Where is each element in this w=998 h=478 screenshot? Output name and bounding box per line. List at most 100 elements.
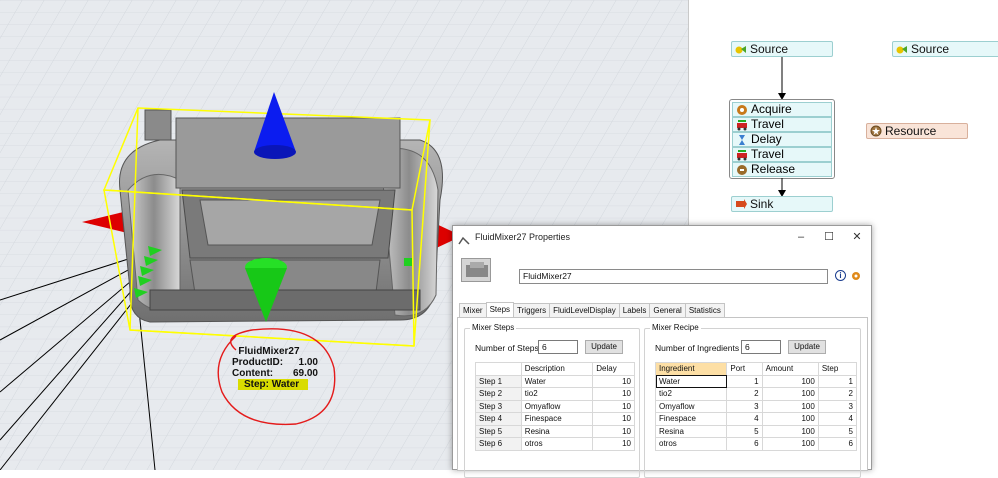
recipe-cell[interactable]: 1 bbox=[817, 374, 858, 388]
recipe-cell[interactable]: 5 bbox=[817, 424, 858, 438]
recipe-cell[interactable]: 3 bbox=[726, 399, 763, 413]
steps-cell[interactable]: Water bbox=[520, 374, 594, 388]
steps-table-row[interactable]: Step 6 otros 10 bbox=[475, 437, 635, 451]
steps-update-button[interactable]: Update bbox=[585, 340, 623, 354]
steps-cell[interactable]: 10 bbox=[592, 387, 635, 401]
travel-icon bbox=[736, 149, 748, 161]
number-of-steps-input[interactable]: 6 bbox=[538, 340, 578, 354]
steps-column-header: Description bbox=[520, 362, 594, 376]
delay-icon bbox=[736, 134, 748, 146]
step-row-header[interactable]: Step 5 bbox=[475, 424, 522, 438]
steps-cell[interactable]: tio2 bbox=[520, 387, 594, 401]
step-row-header[interactable]: Step 2 bbox=[475, 387, 522, 401]
recipe-cell[interactable]: 5 bbox=[726, 424, 763, 438]
recipe-cell[interactable]: Resina bbox=[654, 424, 728, 438]
step-row-header[interactable]: Step 6 bbox=[475, 437, 522, 451]
steps-table-row[interactable]: Step 1 Water 10 bbox=[475, 374, 635, 388]
recipe-cell[interactable]: Omyaflow bbox=[654, 399, 728, 413]
mixer-steps-group: Mixer Steps Number of Steps 6 Update Des… bbox=[464, 323, 640, 478]
activity-label: Travel bbox=[751, 117, 784, 131]
recipe-cell[interactable]: tio2 bbox=[654, 387, 728, 401]
step-row-header[interactable]: Step 3 bbox=[475, 399, 522, 413]
mixer-steps-table[interactable]: Description Delay Step 1 Water 10 Step 2 tio2… bbox=[475, 362, 635, 451]
recipe-table-row[interactable]: Finespace 4 100 4 bbox=[654, 412, 858, 426]
recipe-cell[interactable]: 100 bbox=[761, 424, 819, 438]
maximize-button[interactable]: ☐ bbox=[815, 226, 843, 248]
tab-labels[interactable]: Labels bbox=[618, 303, 651, 317]
steps-cell[interactable]: 10 bbox=[592, 374, 635, 388]
activity-travel-1[interactable]: Travel bbox=[732, 117, 832, 132]
recipe-table-row[interactable]: Resina 5 100 5 bbox=[654, 424, 858, 438]
tab-statistics[interactable]: Statistics bbox=[684, 303, 725, 317]
recipe-table-row[interactable]: Water 1 100 1 bbox=[654, 374, 858, 388]
recipe-cell[interactable]: 2 bbox=[726, 387, 763, 401]
steps-cell[interactable]: Finespace bbox=[520, 412, 594, 426]
label-name: FluidMixer27 bbox=[238, 346, 300, 357]
recipe-cell[interactable]: 6 bbox=[817, 437, 858, 451]
properties-window[interactable]: FluidMixer27 Properties – ☐ ✕ FluidMixer… bbox=[452, 225, 872, 478]
resource-node[interactable]: Resource bbox=[866, 123, 968, 139]
sink-node[interactable]: Sink bbox=[731, 196, 833, 212]
activity-acquire[interactable]: Acquire bbox=[732, 102, 832, 117]
steps-cell[interactable]: 10 bbox=[592, 399, 635, 413]
tab-mixer[interactable]: Mixer bbox=[459, 303, 487, 317]
tab-steps[interactable]: Steps bbox=[485, 302, 515, 317]
recipe-column-header: Ingredient bbox=[654, 362, 728, 376]
object-thumbnail-icon bbox=[461, 258, 491, 282]
recipe-cell[interactable]: Water bbox=[654, 374, 728, 388]
steps-table-row[interactable]: Step 3 Omyaflow 10 bbox=[475, 399, 635, 413]
steps-table-row[interactable]: Step 4 Finespace 10 bbox=[475, 412, 635, 426]
steps-cell[interactable]: 10 bbox=[592, 412, 635, 426]
window-titlebar[interactable]: FluidMixer27 Properties – ☐ ✕ bbox=[453, 226, 871, 248]
travel-icon bbox=[736, 119, 748, 131]
tab-general[interactable]: General bbox=[649, 303, 686, 317]
tab-bar: Mixer Steps Triggers FluidLevelDisplay L… bbox=[459, 302, 725, 317]
settings-icon[interactable] bbox=[850, 270, 862, 282]
tab-fluidleveldisplay[interactable]: FluidLevelDisplay bbox=[549, 303, 620, 317]
tab-triggers[interactable]: Triggers bbox=[513, 303, 551, 317]
recipe-cell[interactable]: 100 bbox=[761, 437, 819, 451]
close-button[interactable]: ✕ bbox=[843, 226, 871, 248]
steps-cell[interactable]: 10 bbox=[592, 437, 635, 451]
info-icon[interactable]: i bbox=[835, 270, 846, 281]
recipe-cell[interactable]: 2 bbox=[817, 387, 858, 401]
steps-column-header bbox=[475, 362, 522, 376]
activity-travel-2[interactable]: Travel bbox=[732, 147, 832, 162]
steps-table-row[interactable]: Step 5 Resina 10 bbox=[475, 424, 635, 438]
recipe-cell[interactable]: 6 bbox=[726, 437, 763, 451]
minimize-button[interactable]: – bbox=[787, 226, 815, 248]
recipe-cell[interactable]: 4 bbox=[817, 412, 858, 426]
recipe-cell[interactable]: otros bbox=[654, 437, 728, 451]
sink-label: Sink bbox=[750, 197, 774, 211]
recipe-table-row[interactable]: otros 6 100 6 bbox=[654, 437, 858, 451]
recipe-cell[interactable]: 100 bbox=[761, 399, 819, 413]
recipe-cell[interactable]: 3 bbox=[817, 399, 858, 413]
recipe-table-row[interactable]: Omyaflow 3 100 3 bbox=[654, 399, 858, 413]
activity-delay[interactable]: Delay bbox=[732, 132, 832, 147]
recipe-cell[interactable]: Finespace bbox=[654, 412, 728, 426]
steps-table-row[interactable]: Step 2 tio2 10 bbox=[475, 387, 635, 401]
steps-cell[interactable]: Resina bbox=[520, 424, 594, 438]
steps-cell[interactable]: otros bbox=[520, 437, 594, 451]
mixer-recipe-table[interactable]: Ingredient Port Amount Step Water 1 100 1 tio2 2… bbox=[654, 362, 858, 451]
activity-group[interactable]: Acquire Travel Delay Travel Release bbox=[729, 99, 835, 179]
recipe-table-row[interactable]: tio2 2 100 2 bbox=[654, 387, 858, 401]
recipe-cell[interactable]: 1 bbox=[726, 374, 763, 388]
activity-release[interactable]: Release bbox=[732, 162, 832, 177]
recipe-update-button[interactable]: Update bbox=[788, 340, 826, 354]
step-row-header[interactable]: Step 1 bbox=[475, 374, 522, 388]
recipe-cell[interactable]: 4 bbox=[726, 412, 763, 426]
recipe-column-header: Amount bbox=[761, 362, 819, 376]
recipe-cell[interactable]: 100 bbox=[761, 374, 819, 388]
steps-cell[interactable]: Omyaflow bbox=[520, 399, 594, 413]
object-name-field[interactable]: FluidMixer27 bbox=[519, 269, 828, 284]
number-of-ingredients-input[interactable]: 6 bbox=[741, 340, 781, 354]
source-node-2[interactable]: Source bbox=[892, 41, 998, 57]
recipe-cell[interactable]: 100 bbox=[761, 412, 819, 426]
recipe-cell[interactable]: 100 bbox=[761, 387, 819, 401]
recipe-column-header: Port bbox=[726, 362, 763, 376]
source-node-1[interactable]: Source bbox=[731, 41, 833, 57]
steps-cell[interactable]: 10 bbox=[592, 424, 635, 438]
label-productid-key: ProductID: bbox=[232, 357, 284, 368]
step-row-header[interactable]: Step 4 bbox=[475, 412, 522, 426]
